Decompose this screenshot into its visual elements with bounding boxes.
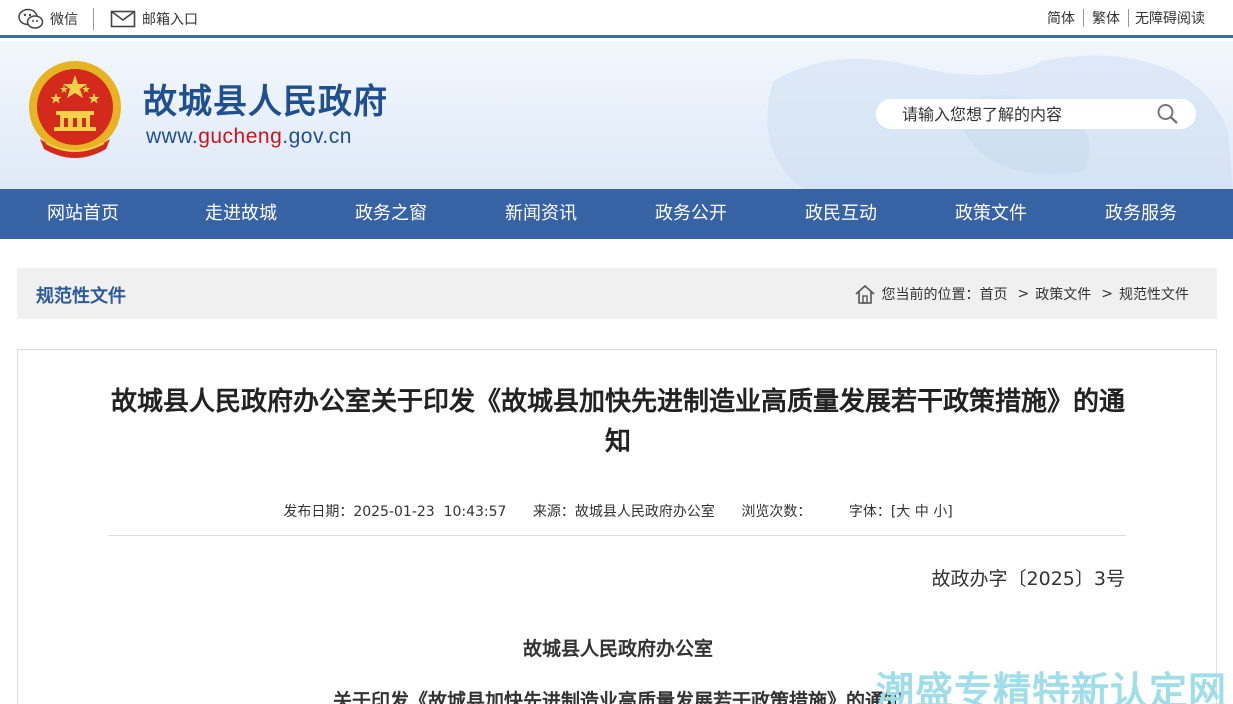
nav-about[interactable]: 走进故城 bbox=[166, 189, 316, 239]
breadcrumb-separator: > bbox=[1017, 286, 1030, 302]
article-divider bbox=[108, 535, 1126, 536]
mail-icon bbox=[110, 10, 136, 28]
font-bracket: ] bbox=[947, 504, 953, 520]
breadcrumb-policy[interactable]: 政策文件 bbox=[1035, 284, 1091, 304]
issuer: 故城县人民政府办公室 bbox=[522, 638, 713, 660]
national-emblem bbox=[26, 59, 124, 163]
font-medium-button[interactable]: 中 bbox=[915, 504, 929, 520]
site-url: www.gucheng.gov.cn bbox=[146, 125, 352, 149]
site-title: 故城县人民政府 bbox=[143, 82, 388, 122]
top-bar: 微信 邮箱入口 简体 繁体 无障碍阅读 bbox=[0, 0, 1233, 38]
accessibility-link[interactable]: 无障碍阅读 bbox=[1129, 8, 1205, 28]
nav-home[interactable]: 网站首页 bbox=[0, 189, 166, 239]
watermark: 潮盛专精特新认定网 bbox=[875, 669, 1227, 704]
main-nav: 网站首页 走进故城 政务之窗 新闻资讯 政务公开 政民互动 政策文件 政务服务 bbox=[0, 189, 1233, 239]
lang-traditional[interactable]: 繁体 bbox=[1084, 8, 1128, 28]
topbar-right: 简体 繁体 无障碍阅读 bbox=[1039, 8, 1205, 28]
source-value: 故城县人民政府办公室 bbox=[574, 504, 715, 520]
document-number: 故政办字〔2025〕3号 bbox=[931, 568, 1125, 590]
mail-label: 邮箱入口 bbox=[142, 12, 198, 28]
nav-news[interactable]: 新闻资讯 bbox=[466, 189, 616, 239]
breadcrumb-separator: > bbox=[1101, 286, 1113, 302]
url-suffix: .gov.cn bbox=[282, 125, 352, 148]
wechat-label: 微信 bbox=[50, 12, 78, 28]
source-label: 来源： bbox=[532, 504, 575, 520]
topbar-divider bbox=[93, 8, 94, 30]
breadcrumb-current[interactable]: 规范性文件 bbox=[1119, 284, 1189, 304]
search-box bbox=[876, 99, 1196, 129]
search-icon[interactable] bbox=[1156, 103, 1180, 125]
search-input[interactable] bbox=[902, 100, 1162, 128]
nav-gov-open[interactable]: 政务公开 bbox=[616, 189, 766, 239]
location-label: 您当前的位置： bbox=[881, 287, 980, 303]
publish-date: 2025-01-23 10:43:57 bbox=[353, 504, 507, 520]
article-panel: 故城县人民政府办公室关于印发《故城县加快先进制造业高质量发展若干政策措施》的通知… bbox=[17, 349, 1217, 704]
url-highlight: gucheng bbox=[198, 125, 283, 148]
mail-link[interactable]: 邮箱入口 bbox=[110, 8, 198, 30]
nav-policy[interactable]: 政策文件 bbox=[916, 189, 1066, 239]
article-title: 故城县人民政府办公室关于印发《故城县加快先进制造业高质量发展若干政策措施》的通知 bbox=[110, 387, 1125, 457]
font-small-button[interactable]: 小 bbox=[933, 504, 947, 520]
article-meta: 发布日期：2025-01-23 10:43:57 来源：故城县人民政府办公室 浏… bbox=[18, 501, 1218, 521]
nav-services[interactable]: 政务服务 bbox=[1066, 189, 1216, 239]
url-prefix: www. bbox=[146, 125, 199, 148]
breadcrumb: 您当前的位置： 首页 > 政策文件 > 规范性文件 bbox=[854, 283, 1189, 305]
breadcrumb-home[interactable]: 首页 bbox=[980, 284, 1008, 304]
wechat-link[interactable]: 微信 bbox=[18, 8, 78, 30]
font-size-label: 字体： bbox=[848, 504, 891, 520]
wechat-icon bbox=[18, 8, 44, 30]
font-large-button[interactable]: 大 bbox=[896, 504, 910, 520]
section-title: 规范性文件 bbox=[36, 286, 126, 307]
nav-interaction[interactable]: 政民互动 bbox=[766, 189, 916, 239]
lang-simplified[interactable]: 简体 bbox=[1039, 8, 1083, 28]
home-icon bbox=[854, 283, 876, 305]
views-label: 浏览次数： bbox=[741, 504, 812, 520]
breadcrumb-bar: 规范性文件 您当前的位置： 首页 > 政策文件 > 规范性文件 bbox=[17, 268, 1217, 319]
nav-gov-window[interactable]: 政务之窗 bbox=[316, 189, 466, 239]
publish-label: 发布日期： bbox=[283, 504, 354, 520]
site-header: 故城县人民政府 www.gucheng.gov.cn bbox=[0, 41, 1233, 189]
